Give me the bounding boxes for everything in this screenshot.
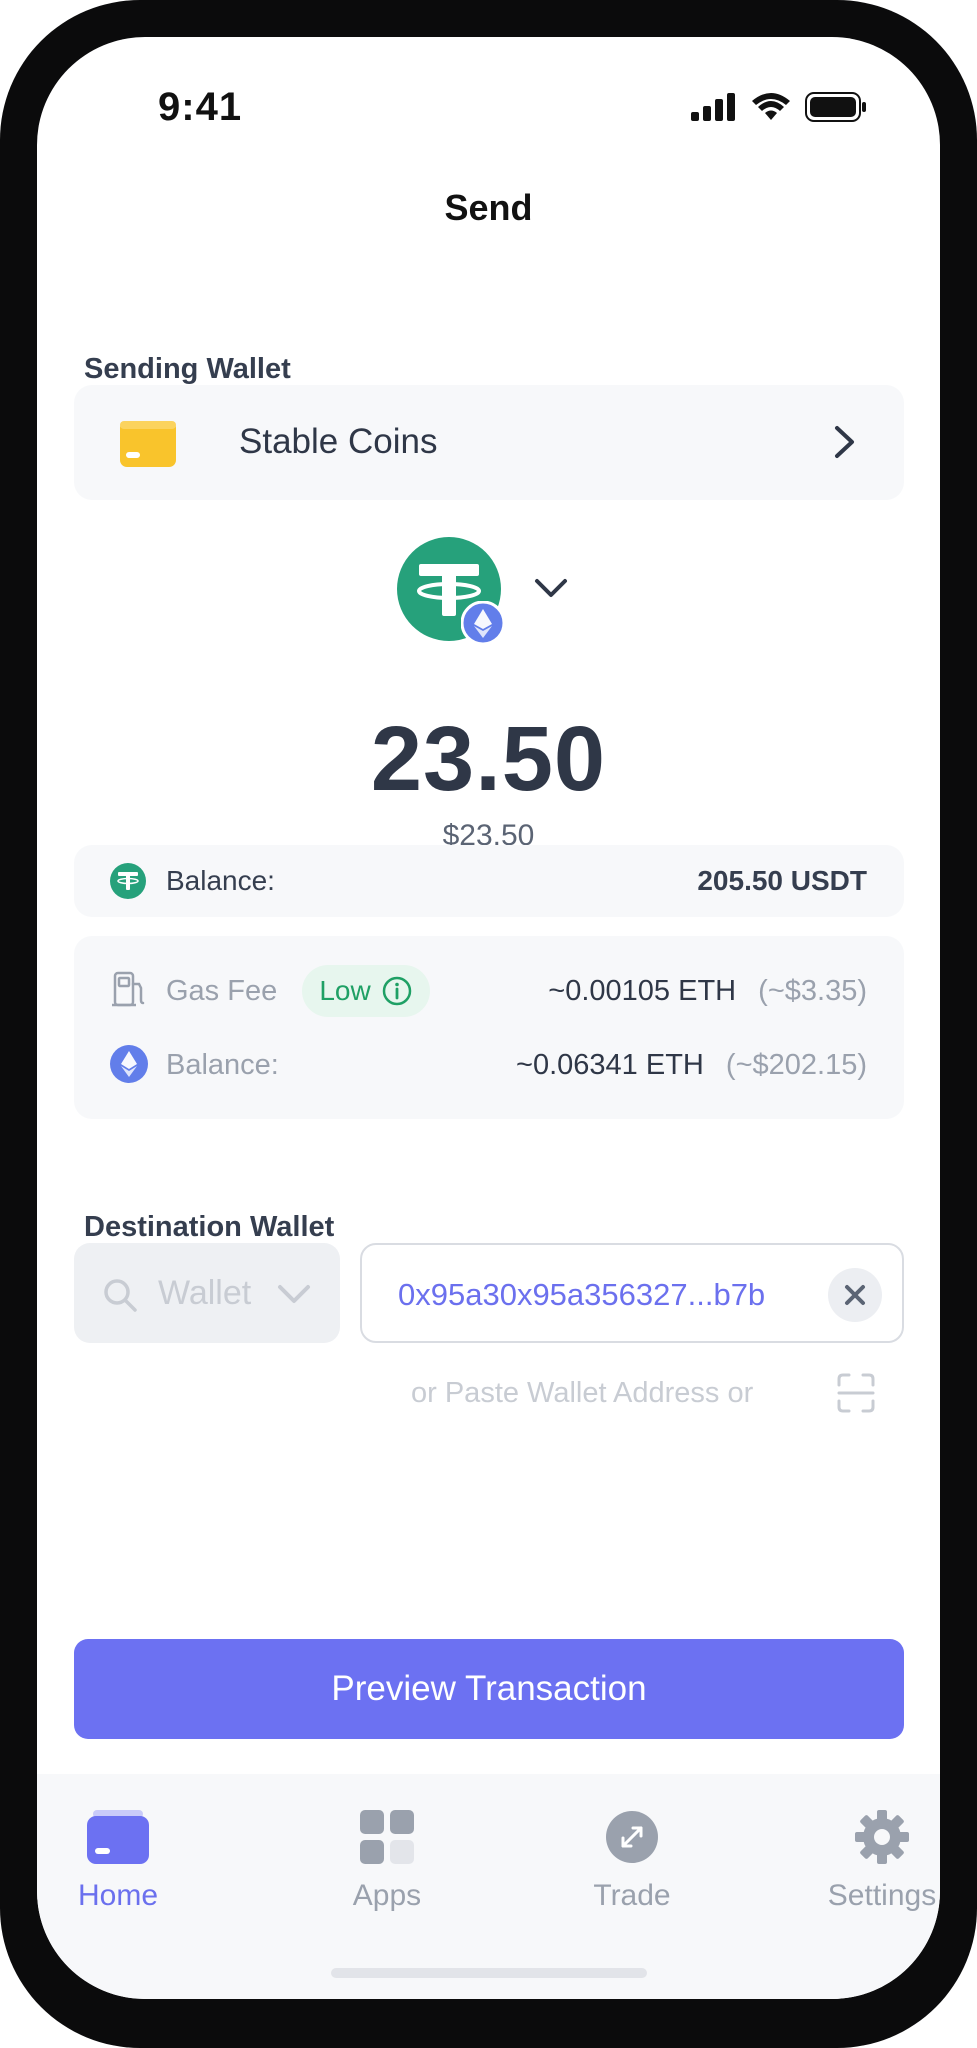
ethereum-icon (110, 1045, 148, 1083)
eth-balance-label: Balance: (166, 1049, 279, 1081)
info-icon[interactable] (381, 975, 413, 1007)
gear-icon (855, 1810, 909, 1864)
chevron-right-icon (835, 426, 854, 458)
battery-icon (805, 92, 866, 122)
tab-trade[interactable]: Trade (552, 1807, 712, 1913)
balance-value: 205.50 USDT (697, 865, 867, 896)
tab-settings-label: Settings (827, 1879, 937, 1912)
status-icons (691, 92, 867, 122)
gas-fee-usd: (~$3.35) (758, 975, 867, 1007)
paste-address-hint[interactable]: or Paste Wallet Address or (411, 1377, 753, 1410)
token-selector[interactable] (397, 537, 505, 645)
scan-qr-icon[interactable] (837, 1373, 875, 1413)
tab-home[interactable]: Home (38, 1807, 198, 1913)
wallet-card-icon (120, 421, 176, 467)
device-frame: 9:41 Send Sending Wallet Stable Coins 23… (0, 0, 977, 2048)
address-input[interactable]: 0x95a30x95a356327...b7b (360, 1243, 904, 1343)
gas-pump-icon (112, 971, 145, 1007)
tether-icon (110, 863, 146, 899)
close-icon (845, 1285, 865, 1305)
amount-value[interactable]: 23.50 (37, 707, 940, 812)
wallet-picker[interactable]: Wallet (74, 1243, 340, 1343)
tab-home-label: Home (77, 1879, 159, 1912)
gas-fee-card: Gas Fee Low ~0.00105 ETH (~$3.35) Balanc… (74, 936, 904, 1119)
chevron-down-icon[interactable] (534, 577, 568, 599)
preview-transaction-button[interactable]: Preview Transaction (74, 1639, 904, 1739)
gas-fee-value: ~0.00105 ETH (~$3.35) (548, 975, 867, 1008)
page-title: Send (444, 187, 533, 228)
address-value: 0x95a30x95a356327...b7b (398, 1277, 766, 1312)
sending-wallet-label: Sending Wallet (84, 353, 291, 385)
status-time: 9:41 (158, 85, 243, 129)
home-indicator (331, 1968, 647, 1978)
balance-label: Balance: (166, 865, 275, 896)
balance-row: Balance: 205.50 USDT (74, 845, 904, 917)
gas-fee-eth: ~0.00105 ETH (548, 975, 737, 1007)
tab-apps[interactable]: Apps (307, 1807, 467, 1913)
grid-icon (360, 1810, 414, 1864)
status-bar: 9:41 (37, 37, 940, 147)
wallet-picker-placeholder: Wallet (158, 1274, 252, 1312)
wifi-icon (752, 93, 790, 120)
tab-settings[interactable]: Settings (802, 1807, 940, 1913)
eth-balance-eth: ~0.06341 ETH (516, 1049, 704, 1081)
trade-icon (606, 1811, 658, 1863)
card-icon (87, 1810, 149, 1864)
gas-speed-label: Low (319, 975, 371, 1006)
wallet-name: Stable Coins (239, 422, 438, 461)
eth-balance-usd: (~$202.15) (725, 1049, 867, 1081)
destination-wallet-label: Destination Wallet (84, 1211, 335, 1243)
gas-fee-label: Gas Fee (166, 975, 278, 1007)
screen: 9:41 Send Sending Wallet Stable Coins 23… (37, 37, 940, 1999)
eth-balance-value: ~0.06341 ETH (~$202.15) (516, 1049, 867, 1082)
clear-address-button[interactable] (828, 1268, 882, 1322)
search-icon (104, 1279, 137, 1312)
tab-bar: Home Apps Trade Settings (37, 1774, 940, 1999)
tab-apps-label: Apps (352, 1879, 422, 1912)
signal-icon (691, 93, 735, 121)
tab-trade-label: Trade (593, 1879, 671, 1912)
ethereum-badge-icon (461, 601, 505, 645)
gas-speed-badge[interactable]: Low (302, 965, 430, 1017)
chevron-down-icon (278, 1285, 310, 1303)
sending-wallet-selector[interactable]: Stable Coins (74, 385, 904, 500)
